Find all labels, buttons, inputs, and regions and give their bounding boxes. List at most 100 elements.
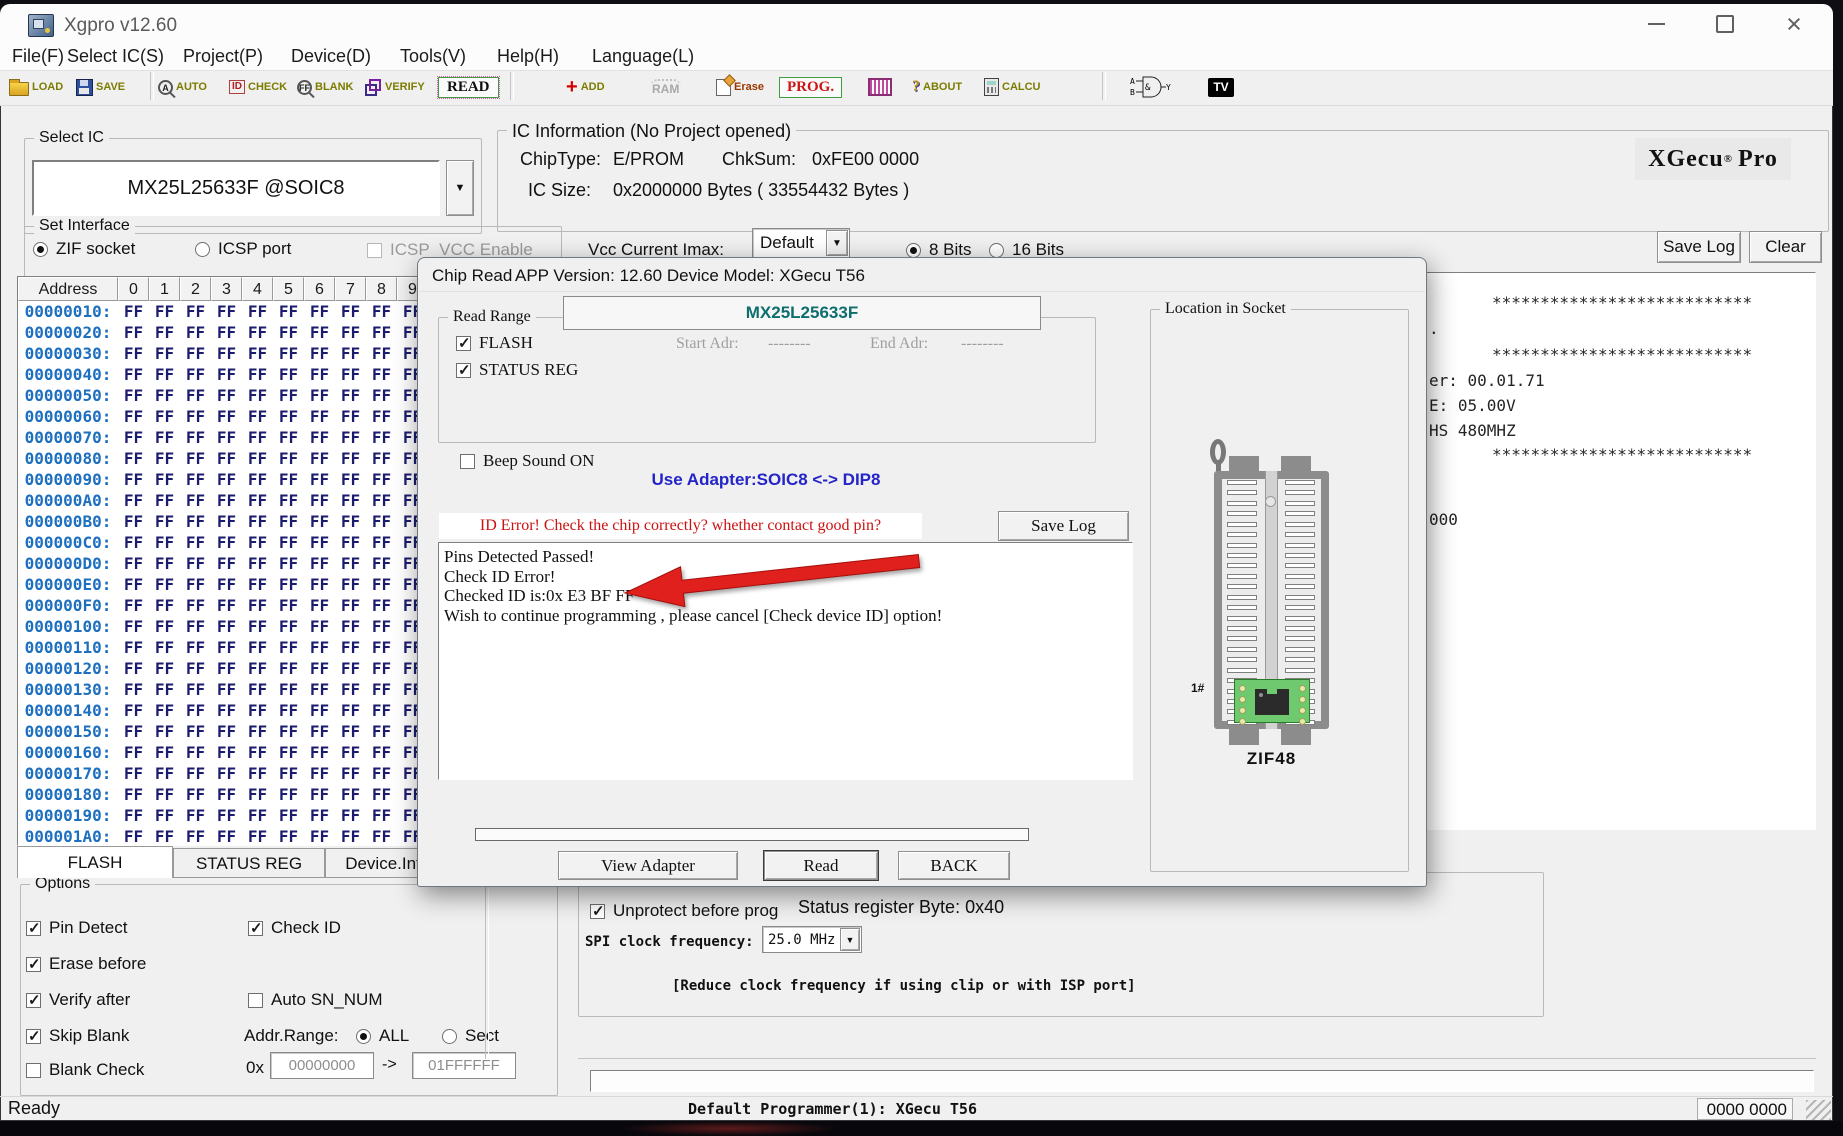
select-ic-dropdown-button[interactable]: ▼ xyxy=(446,160,474,216)
read-button[interactable]: Read xyxy=(764,851,878,880)
erase-before-checkbox[interactable]: Erase before xyxy=(26,954,146,974)
hex-byte-cell: FF xyxy=(242,700,273,721)
hex-byte-cell: FF xyxy=(366,679,397,700)
hex-address-cell: 000000D0: xyxy=(18,553,118,574)
hex-byte-cell: FF xyxy=(366,616,397,637)
toolbar-check-button[interactable]: IDCHECK xyxy=(229,74,287,100)
add-plus-icon: + xyxy=(566,78,578,96)
hex-address-cell: 00000190: xyxy=(18,805,118,826)
toolbar-tv-button[interactable]: TV xyxy=(1208,74,1234,100)
tab-flash[interactable]: FLASH xyxy=(17,846,173,878)
hex-byte-cell: FF xyxy=(273,679,304,700)
toolbar-verify-button[interactable]: VERIFY xyxy=(365,74,425,100)
save-log-button[interactable]: Save Log xyxy=(1657,231,1741,263)
skip-blank-checkbox[interactable]: Skip Blank xyxy=(26,1026,129,1046)
vcc-imax-combobox[interactable]: Default ▼ xyxy=(752,228,850,258)
status-reg-checkbox[interactable]: STATUS REG xyxy=(456,360,578,380)
addr-range-sect-radio[interactable]: Sect xyxy=(442,1026,499,1046)
flash-checkbox[interactable]: FLASH xyxy=(456,333,533,353)
back-button[interactable]: BACK xyxy=(898,851,1010,880)
addr-range-all-radio[interactable]: ALL xyxy=(356,1026,409,1046)
auto-sn-checkbox[interactable]: Auto SN_NUM xyxy=(248,990,382,1010)
toolbar-blank-button[interactable]: FFBLANK xyxy=(297,74,354,100)
hex-byte-cell: FF xyxy=(180,322,211,343)
status-byte-label: Status register Byte: 0x40 xyxy=(798,897,1004,918)
zif-pin-slot xyxy=(1285,584,1315,589)
hex-row: 00000080:FFFFFFFFFFFFFFFFFFFF xyxy=(18,448,426,469)
view-adapter-button[interactable]: View Adapter xyxy=(558,851,738,880)
tab-status-reg[interactable]: STATUS REG xyxy=(173,848,325,878)
chevron-down-icon[interactable]: ▼ xyxy=(826,230,848,256)
zif-socket-radio[interactable]: ZIF socket xyxy=(33,239,135,259)
hex-byte-cell: FF xyxy=(211,532,242,553)
zif-pin-slot xyxy=(1227,657,1257,662)
hex-byte-cell: FF xyxy=(335,406,366,427)
toolbar-ram-button[interactable]: RAM xyxy=(650,74,681,100)
unprotect-checkbox[interactable]: Unprotect before prog xyxy=(590,901,778,921)
menu-item-file-f-[interactable]: File(F) xyxy=(12,46,64,70)
check-id-checkbox[interactable]: Check ID xyxy=(248,918,341,938)
toolbar-calcu-button[interactable]: CALCU xyxy=(984,74,1041,100)
close-button[interactable]: × xyxy=(1771,8,1817,40)
toolbar-gate-button[interactable]: AB&Y xyxy=(1130,74,1172,100)
toolbar-about-button[interactable]: ?ABOUT xyxy=(912,74,962,100)
toolbar-load-button[interactable]: LOAD xyxy=(9,74,63,100)
toolbar-chip-button[interactable] xyxy=(868,74,892,100)
beep-sound-checkbox[interactable]: Beep Sound ON xyxy=(460,451,594,471)
zif-pin-slot xyxy=(1285,605,1315,610)
wallpaper-glow xyxy=(620,1121,840,1136)
question-mark-icon: ? xyxy=(912,78,920,96)
radio-icon xyxy=(989,243,1004,258)
zif-bottom-tab xyxy=(1281,729,1311,745)
chevron-down-icon[interactable]: ▼ xyxy=(840,928,860,951)
verify-after-checkbox[interactable]: Verify after xyxy=(26,990,130,1010)
hex-byte-cell: FF xyxy=(304,511,335,532)
icsp-port-radio[interactable]: ICSP port xyxy=(195,239,291,259)
selected-chip-combobox[interactable]: MX25L25633F @SOIC8 xyxy=(32,160,440,216)
toolbar-save-button[interactable]: SAVE xyxy=(76,74,125,100)
hex-byte-cell: FF xyxy=(304,385,335,406)
toolbar-add-button[interactable]: +ADD xyxy=(566,74,605,100)
hex-byte-cell: FF xyxy=(335,490,366,511)
hex-byte-cell: FF xyxy=(366,700,397,721)
hex-byte-cell: FF xyxy=(180,448,211,469)
menu-item-project-p-[interactable]: Project(P) xyxy=(183,46,263,70)
hex-byte-cell: FF xyxy=(273,574,304,595)
minimize-button[interactable] xyxy=(1633,8,1679,40)
menu-item-language-l-[interactable]: Language(L) xyxy=(592,46,694,70)
sect-label: Sect xyxy=(465,1026,499,1046)
menu-item-help-h-[interactable]: Help(H) xyxy=(497,46,559,70)
zif-pin-slot xyxy=(1227,595,1257,600)
toolbar-auto-button[interactable]: AAUTO xyxy=(158,74,207,100)
hex-byte-cell: FF xyxy=(149,364,180,385)
maximize-button[interactable] xyxy=(1702,8,1748,40)
menu-item-select-ic-s-[interactable]: Select IC(S) xyxy=(67,46,164,70)
hex-byte-cell: FF xyxy=(118,742,149,763)
zif-socket-label: ZIF socket xyxy=(56,239,135,259)
toolbar-prog-button[interactable]: PROG. xyxy=(779,74,842,100)
dialog-chip-tab[interactable]: MX25L25633F xyxy=(563,296,1041,330)
dialog-save-log-button[interactable]: Save Log xyxy=(998,511,1129,541)
toolbar-read-button[interactable]: READ xyxy=(438,74,499,100)
hex-byte-cell: FF xyxy=(118,448,149,469)
dialog-log-line: Pins Detected Passed! xyxy=(444,547,594,567)
resize-grip[interactable] xyxy=(1806,1100,1831,1120)
hex-byte-cell: FF xyxy=(335,679,366,700)
pin-detect-checkbox[interactable]: Pin Detect xyxy=(26,918,127,938)
addr-to-field[interactable]: 01FFFFFF xyxy=(412,1052,516,1079)
clear-button[interactable]: Clear xyxy=(1749,231,1822,263)
hex-buffer-grid[interactable]: Address012345678900000010:FFFFFFFFFFFFFF… xyxy=(17,276,427,846)
spi-clock-combobox[interactable]: 25.0 MHz ▼ xyxy=(762,926,862,953)
zif-pin-slot xyxy=(1285,490,1315,495)
addr-from-field[interactable]: 00000000 xyxy=(270,1052,374,1079)
end-adr-label: End Adr: xyxy=(870,335,928,353)
hex-byte-cell: FF xyxy=(118,574,149,595)
blank-check-checkbox[interactable]: Blank Check xyxy=(26,1060,144,1080)
hex-byte-cell: FF xyxy=(273,469,304,490)
menu-item-tools-v-[interactable]: Tools(V) xyxy=(400,46,466,70)
menu-item-device-d-[interactable]: Device(D) xyxy=(291,46,371,70)
hex-byte-cell: FF xyxy=(335,784,366,805)
toolbar-erase-button[interactable]: Erase xyxy=(716,74,764,100)
check-id-icon: ID xyxy=(229,80,245,94)
hex-col-header: 6 xyxy=(304,277,335,301)
